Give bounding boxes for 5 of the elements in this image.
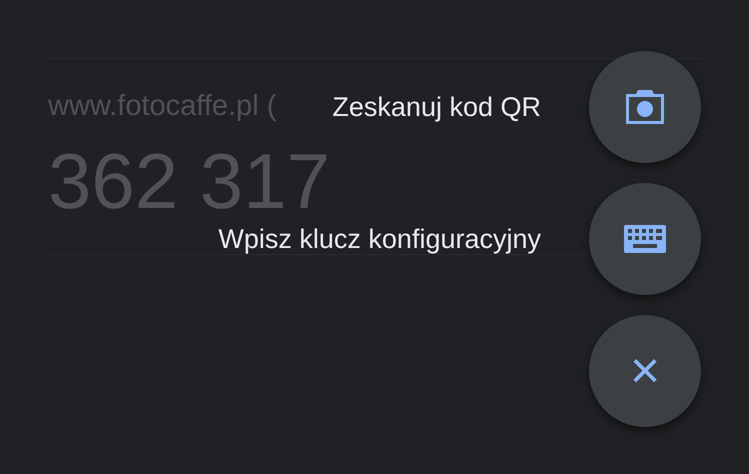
action-label[interactable]: Wpisz klucz konfiguracyjny: [218, 218, 541, 260]
camera-icon: [624, 89, 666, 125]
keyboard-icon: [624, 225, 666, 253]
close-button[interactable]: ×: [589, 315, 701, 427]
action-label[interactable]: Zeskanuj kod QR: [332, 86, 541, 128]
